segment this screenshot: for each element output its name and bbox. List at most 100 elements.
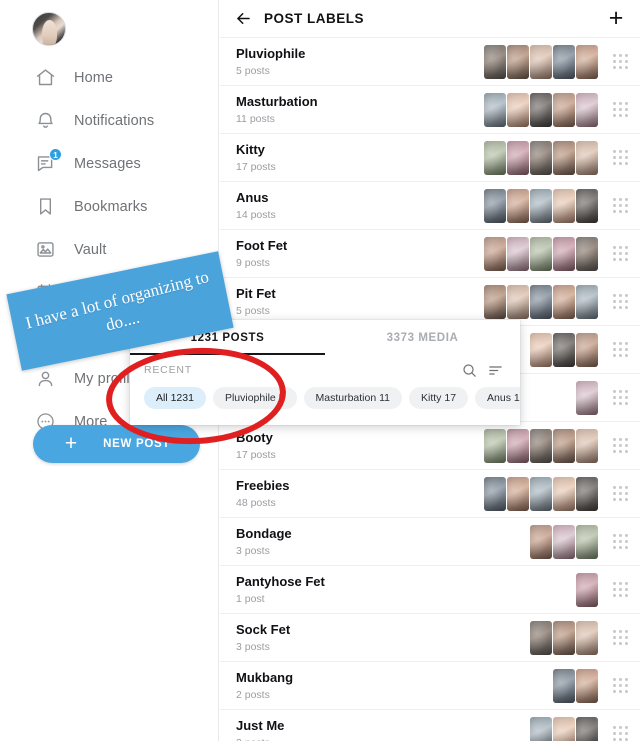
table-row[interactable]: Masturbation 11 posts (220, 86, 640, 134)
sidebar-item-notifications[interactable]: Notifications (0, 99, 218, 142)
sidebar-item-home[interactable]: Home (0, 56, 218, 99)
label-thumbnail (507, 140, 529, 175)
label-thumbnail (507, 92, 529, 127)
row-menu-icon[interactable] (610, 579, 632, 601)
sidebar-item-bookmarks[interactable]: Bookmarks (0, 185, 218, 228)
label-thumbnail-strip (530, 620, 598, 655)
label-name: Foot Fet (236, 238, 288, 254)
label-thumbnail (530, 284, 552, 319)
label-name: Pantyhose Fet (236, 574, 325, 590)
row-menu-icon[interactable] (610, 243, 632, 265)
label-thumbnail (530, 620, 552, 655)
label-thumbnail (553, 668, 575, 703)
label-thumbnail (553, 188, 575, 223)
label-thumbnail-strip (484, 476, 598, 511)
table-row[interactable]: Sock Fet 3 posts (220, 614, 640, 662)
label-thumbnail (530, 44, 552, 79)
row-menu-icon[interactable] (610, 291, 632, 313)
filter-chip[interactable]: All 1231 (144, 387, 206, 409)
table-row[interactable]: Bondage 3 posts (220, 518, 640, 566)
table-row[interactable]: Freebies 48 posts (220, 470, 640, 518)
label-thumbnail-strip (553, 668, 598, 703)
label-post-count: 14 posts (236, 208, 276, 221)
new-post-label: NEW POST (103, 438, 171, 450)
label-post-count: 17 posts (236, 448, 276, 461)
label-row-text: Mukbang 2 posts (236, 670, 553, 700)
messages-icon: 1 (32, 147, 62, 177)
row-menu-icon[interactable] (610, 195, 632, 217)
bell-icon (32, 108, 58, 134)
add-label-button[interactable]: + (602, 5, 630, 33)
table-row[interactable]: Pantyhose Fet 1 post (220, 566, 640, 614)
label-thumbnail (576, 236, 598, 271)
table-row[interactable]: Pit Fet 5 posts (220, 278, 640, 326)
label-thumbnail (553, 716, 575, 741)
avatar-container[interactable] (0, 6, 218, 56)
label-thumbnail (507, 476, 529, 511)
back-arrow-icon[interactable] (230, 6, 256, 32)
row-menu-icon[interactable] (610, 723, 632, 741)
label-thumbnail (530, 332, 552, 367)
table-row[interactable]: Kitty 17 posts (220, 134, 640, 182)
label-thumbnail (576, 476, 598, 511)
label-thumbnail-strip (484, 44, 598, 79)
table-row[interactable]: Mukbang 2 posts (220, 662, 640, 710)
home-icon (32, 65, 58, 91)
table-row[interactable]: Foot Fet 9 posts (220, 230, 640, 278)
label-thumbnail (553, 140, 575, 175)
label-thumbnail (553, 284, 575, 319)
sort-icon[interactable] (482, 357, 508, 383)
label-name: Pit Fet (236, 286, 276, 302)
label-post-count: 3 posts (236, 737, 530, 741)
filter-chip[interactable]: Masturbation 11 (303, 387, 403, 409)
sidebar-item-label: Notifications (74, 112, 155, 129)
label-row-text: Freebies 48 posts (236, 478, 484, 508)
row-menu-icon[interactable] (610, 531, 632, 553)
label-post-count: 48 posts (236, 496, 276, 509)
new-post-button[interactable]: + NEW POST (33, 425, 200, 463)
row-menu-icon[interactable] (610, 483, 632, 505)
row-menu-icon[interactable] (610, 675, 632, 697)
table-row[interactable]: Just Me 3 posts (220, 710, 640, 741)
page-header: POST LABELS + (220, 0, 640, 38)
avatar[interactable] (32, 12, 66, 46)
search-icon[interactable] (456, 357, 482, 383)
label-thumbnail (484, 428, 506, 463)
label-thumbnail (484, 188, 506, 223)
plus-icon: + (64, 431, 78, 455)
filter-chip[interactable]: Kitty 17 (409, 387, 469, 409)
label-name: Anus (236, 190, 269, 206)
tab-media[interactable]: 3373 MEDIA (325, 320, 520, 355)
label-thumbnail-strip (484, 92, 598, 127)
label-name: Mukbang (236, 670, 294, 686)
label-row-text: Masturbation 11 posts (236, 94, 484, 124)
label-thumbnail (576, 92, 598, 127)
label-name: Pluviophile (236, 46, 306, 62)
overlay-toolbar: RECENT (130, 355, 520, 385)
row-menu-icon[interactable] (610, 147, 632, 169)
table-row[interactable]: Anus 14 posts (220, 182, 640, 230)
row-menu-icon[interactable] (610, 99, 632, 121)
label-thumbnail (576, 524, 598, 559)
sidebar-item-messages[interactable]: 1 Messages (0, 142, 218, 185)
vault-image-icon (32, 237, 58, 263)
table-row[interactable]: Pluviophile 5 posts (220, 38, 640, 86)
label-name: Booty (236, 430, 273, 446)
label-thumbnail (553, 44, 575, 79)
row-menu-icon[interactable] (610, 435, 632, 457)
row-menu-icon[interactable] (610, 339, 632, 361)
label-thumbnail-strip (484, 140, 598, 175)
label-thumbnail (484, 92, 506, 127)
row-menu-icon[interactable] (610, 387, 632, 409)
filter-chip[interactable]: Anus 14 (475, 387, 520, 409)
filter-chip[interactable]: Pluviophile 5 (212, 387, 297, 409)
label-row-text: Foot Fet 9 posts (236, 238, 484, 268)
table-row[interactable]: Booty 17 posts (220, 422, 640, 470)
label-thumbnail (576, 44, 598, 79)
label-post-count: 5 posts (236, 64, 270, 77)
label-thumbnail (484, 236, 506, 271)
label-name: Kitty (236, 142, 265, 158)
row-menu-icon[interactable] (610, 51, 632, 73)
label-name: Bondage (236, 526, 292, 542)
row-menu-icon[interactable] (610, 627, 632, 649)
